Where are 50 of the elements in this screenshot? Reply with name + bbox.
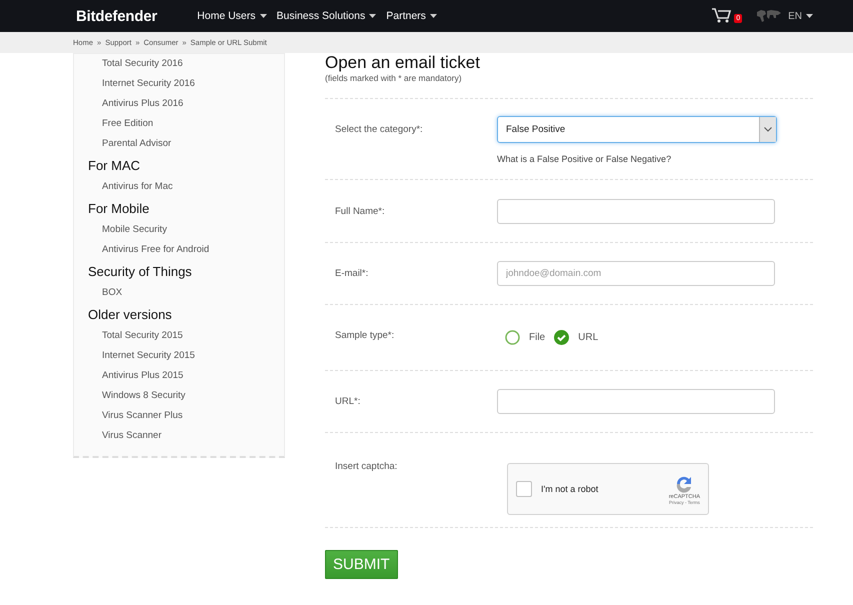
sidebar-heading: For MAC xyxy=(87,157,141,175)
form-title: Open an email ticket xyxy=(325,53,481,72)
field-label: Insert captcha: xyxy=(334,461,398,472)
radio-option[interactable]: File xyxy=(505,330,546,345)
sidebar-link[interactable]: BOX xyxy=(74,283,284,303)
field-label: Select the category*: xyxy=(334,124,424,135)
sidebar-link[interactable]: Internet Security 2015 xyxy=(74,346,284,366)
form-note: (fields marked with * are mandatory) xyxy=(325,73,463,83)
help-link[interactable]: What is a False Positive or False Negative? xyxy=(497,154,777,164)
sidebar-link[interactable]: Total Security 2015 xyxy=(74,326,284,346)
radio-circle-icon xyxy=(505,330,520,345)
cart-icon[interactable] xyxy=(712,7,732,23)
sidebar-link[interactable]: Mobile Security xyxy=(74,220,284,240)
sidebar-heading: Older versions xyxy=(87,306,173,324)
sidebar-link[interactable]: Virus Scanner Plus xyxy=(74,406,284,426)
nav-link[interactable]: Business Solutions xyxy=(276,10,376,22)
sidebar-link[interactable]: Antivirus Plus 2015 xyxy=(74,366,284,386)
field-label: URL*: xyxy=(334,396,362,407)
nav-link[interactable]: Partners xyxy=(386,10,437,22)
caret-icon xyxy=(369,14,376,18)
field-label: E-mail*: xyxy=(334,268,370,279)
sidebar-link[interactable]: Total Security 2016 xyxy=(74,54,284,74)
radio-option[interactable]: URL xyxy=(554,330,598,345)
language-selector[interactable]: EN xyxy=(788,10,813,22)
sidebar-link[interactable]: Internet Security 2016 xyxy=(74,74,284,94)
captcha-label: I'm not a robot xyxy=(541,484,600,494)
caret-icon xyxy=(430,14,437,18)
sidebar-link[interactable]: Virus Scanner xyxy=(74,426,284,446)
world-map-icon[interactable] xyxy=(756,9,782,23)
check-circle-icon xyxy=(554,330,570,345)
input-field[interactable]: johndoe@domain.com xyxy=(497,261,775,286)
sidebar-heading: Security of Things xyxy=(87,263,193,281)
field-label: Sample type*: xyxy=(334,330,396,341)
caret-icon xyxy=(260,14,267,18)
sidebar-link[interactable]: Antivirus for Mac xyxy=(74,177,284,197)
sidebar-link[interactable]: Windows 8 Security xyxy=(74,386,284,406)
sidebar-link[interactable]: Antivirus Free for Android xyxy=(74,240,284,260)
sidebar-heading: For Mobile xyxy=(87,200,150,218)
input-field[interactable] xyxy=(497,389,775,414)
logo[interactable]: Bitdefender xyxy=(76,8,158,24)
field-label: Full Name*: xyxy=(334,206,386,216)
caret-icon xyxy=(806,14,813,18)
category-select[interactable]: False Positive xyxy=(497,116,777,143)
sidebar-link[interactable]: Free Edition xyxy=(74,114,284,134)
nav-link[interactable]: Home Users xyxy=(197,10,267,22)
sidebar-link[interactable]: Parental Advisor xyxy=(74,134,284,154)
chevron-down-icon xyxy=(764,127,772,132)
input-field[interactable] xyxy=(497,198,775,224)
captcha-checkbox[interactable] xyxy=(516,481,532,497)
sidebar-link[interactable]: Antivirus Plus 2016 xyxy=(74,94,284,114)
